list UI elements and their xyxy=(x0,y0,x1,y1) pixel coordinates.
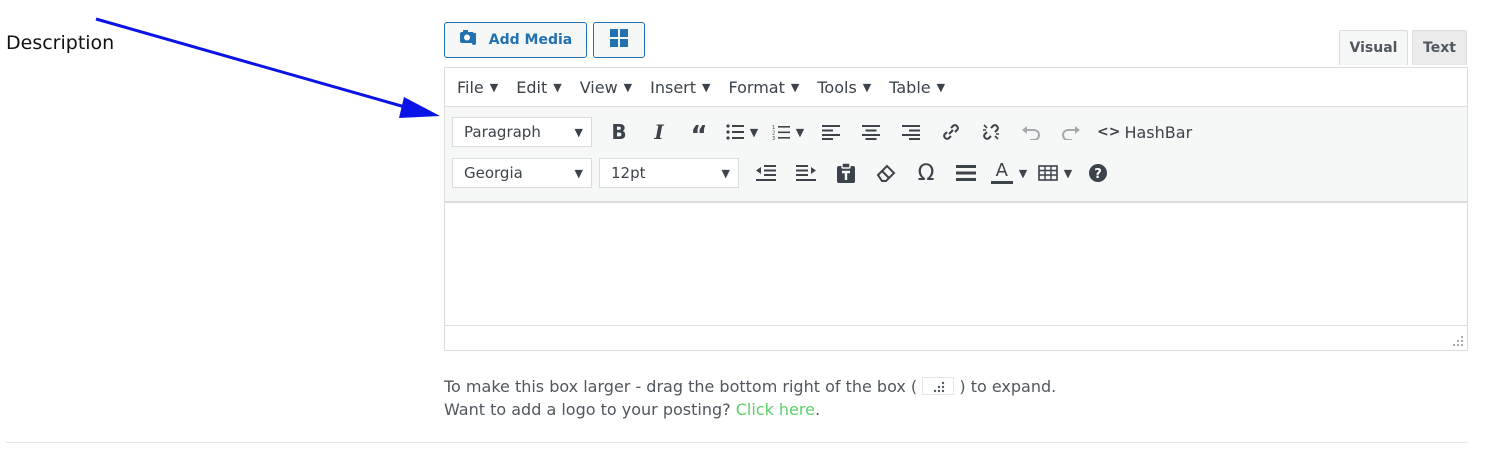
help-line-resize: To make this box larger - drag the botto… xyxy=(444,375,1056,398)
editor-content-area[interactable] xyxy=(445,203,1467,326)
add-media-button[interactable]: Add Media xyxy=(444,22,587,58)
caret-down-icon: ▼ xyxy=(623,80,633,94)
caret-down-icon: ▼ xyxy=(936,80,946,94)
font-family-select[interactable]: Georgia ▼ xyxy=(452,158,592,188)
menu-label: View xyxy=(579,77,618,97)
caret-down-icon: ▼ xyxy=(574,166,583,180)
format-select[interactable]: Paragraph ▼ xyxy=(452,117,592,147)
text-color-icon[interactable]: A ▼ xyxy=(986,158,1032,188)
unlink-icon[interactable] xyxy=(971,117,1011,147)
tab-visual[interactable]: Visual xyxy=(1339,30,1408,65)
caret-down-icon: ▼ xyxy=(790,80,800,94)
bold-icon[interactable]: B xyxy=(599,117,639,147)
menu-edit[interactable]: Edit ▼ xyxy=(507,68,570,106)
caret-down-icon: ▼ xyxy=(1018,166,1028,180)
click-here-link[interactable]: Click here xyxy=(736,400,815,419)
menu-label: Format xyxy=(728,77,785,97)
resize-hint-icon xyxy=(922,376,955,395)
bullet-list-icon[interactable]: ▼ xyxy=(719,117,765,147)
clear-format-icon[interactable] xyxy=(866,158,906,188)
blockquote-icon[interactable]: “ xyxy=(679,117,719,149)
resize-handle-icon[interactable] xyxy=(1452,335,1464,347)
menu-label: Tools xyxy=(817,77,857,97)
toolbar-row-1: Paragraph ▼ B I “ ▼ 123 ▼ <> HashBar xyxy=(452,117,1192,149)
omega-icon[interactable]: Ω xyxy=(906,158,946,188)
hashbar-button[interactable]: <> HashBar xyxy=(1091,123,1192,142)
help-text-part: . xyxy=(814,400,821,419)
indent-icon[interactable] xyxy=(786,158,826,188)
editor-toolbar: Paragraph ▼ B I “ ▼ 123 ▼ <> HashBar Geo… xyxy=(445,107,1467,203)
caret-down-icon: ▼ xyxy=(574,125,583,139)
annotation-arrow xyxy=(95,17,440,118)
add-media-label: Add Media xyxy=(488,32,573,48)
help-text-part: Want to add a logo to your posting? xyxy=(444,400,731,419)
grid-button[interactable] xyxy=(593,22,645,58)
align-left-icon[interactable] xyxy=(811,117,851,147)
section-divider xyxy=(6,442,1468,443)
caret-down-icon: ▼ xyxy=(721,166,730,180)
numbered-list-icon[interactable]: 123 ▼ xyxy=(765,117,811,147)
description-label: Description xyxy=(6,32,115,54)
help-text: To make this box larger - drag the botto… xyxy=(444,375,1056,421)
grid-icon xyxy=(610,29,628,51)
help-text-part: To make this box larger - drag the botto… xyxy=(444,377,918,396)
caret-down-icon: ▼ xyxy=(862,80,872,94)
redo-icon[interactable] xyxy=(1051,117,1091,147)
svg-text:?: ? xyxy=(1094,167,1102,182)
editor-menubar: File ▼ Edit ▼ View ▼ Insert ▼ Format ▼ Tools ▼… xyxy=(445,68,1467,107)
font-size-select[interactable]: 12pt ▼ xyxy=(599,158,739,188)
paste-text-icon[interactable] xyxy=(826,158,866,188)
help-text-part: ) to expand. xyxy=(959,377,1057,396)
align-center-icon[interactable] xyxy=(851,117,891,147)
menu-view[interactable]: View ▼ xyxy=(571,68,641,106)
menu-insert[interactable]: Insert ▼ xyxy=(641,68,719,106)
font-family-value: Georgia xyxy=(464,164,523,182)
table-icon[interactable]: ▼ xyxy=(1032,158,1078,188)
caret-down-icon: ▼ xyxy=(795,125,805,139)
tab-text[interactable]: Text xyxy=(1412,30,1467,65)
caret-down-icon: ▼ xyxy=(489,80,499,94)
undo-icon[interactable] xyxy=(1011,117,1051,147)
menu-file[interactable]: File ▼ xyxy=(448,68,507,106)
media-buttons: Add Media xyxy=(444,22,645,58)
editor-mode-tabs: Visual Text xyxy=(1339,30,1467,65)
caret-down-icon: ▼ xyxy=(749,125,759,139)
format-select-value: Paragraph xyxy=(464,123,541,141)
caret-down-icon: ▼ xyxy=(1063,166,1073,180)
menu-label: Table xyxy=(889,77,931,97)
caret-down-icon: ▼ xyxy=(553,80,562,94)
menu-table[interactable]: Table ▼ xyxy=(880,68,954,106)
caret-down-icon: ▼ xyxy=(702,80,711,94)
outdent-icon[interactable] xyxy=(746,158,786,188)
font-size-value: 12pt xyxy=(611,164,646,182)
code-icon: <> xyxy=(1097,124,1121,140)
align-right-icon[interactable] xyxy=(891,117,931,147)
rich-text-editor: File ▼ Edit ▼ View ▼ Insert ▼ Format ▼ Tools ▼… xyxy=(444,67,1468,351)
hashbar-label: HashBar xyxy=(1124,122,1193,142)
add-media-icon xyxy=(459,29,481,51)
menu-format[interactable]: Format ▼ xyxy=(720,68,809,106)
menu-label: File xyxy=(457,77,484,97)
toolbar-row-2: Georgia ▼ 12pt ▼ Ω A ▼ ▼ ? xyxy=(452,158,1118,188)
menu-label: Edit xyxy=(516,77,548,97)
help-icon[interactable]: ? xyxy=(1078,158,1118,188)
menu-label: Insert xyxy=(650,77,697,97)
horizontal-rule-icon[interactable] xyxy=(946,158,986,188)
italic-icon[interactable]: I xyxy=(639,117,679,147)
svg-text:3: 3 xyxy=(772,136,775,140)
help-line-logo: Want to add a logo to your posting? Clic… xyxy=(444,398,1056,421)
menu-tools[interactable]: Tools ▼ xyxy=(808,68,880,106)
link-icon[interactable] xyxy=(931,117,971,147)
editor-statusbar xyxy=(445,326,1467,350)
